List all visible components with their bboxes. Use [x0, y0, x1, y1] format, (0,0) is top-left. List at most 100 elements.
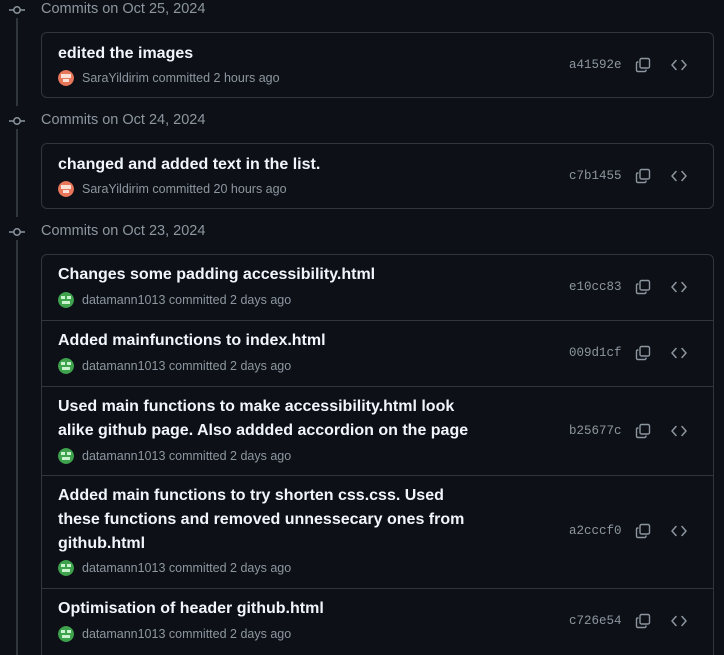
code-icon [671, 615, 687, 627]
commit-row: changed and added text in the list. Sara… [42, 144, 713, 208]
avatar[interactable] [58, 626, 74, 642]
commit-verb: committed [152, 182, 211, 196]
commit-sha-link[interactable]: b25677c [569, 424, 622, 438]
copy-sha-button[interactable] [631, 275, 655, 299]
copy-sha-button[interactable] [631, 609, 655, 633]
commit-meta: datamann1013 committed 2 days ago [58, 447, 291, 465]
commit-author-link[interactable]: datamann1013 [82, 561, 165, 575]
browse-repo-button[interactable] [667, 519, 691, 543]
commit-sha-link[interactable]: e10cc83 [569, 280, 622, 294]
commit-row: Changes some padding accessibility.html … [42, 255, 713, 320]
code-icon [671, 59, 687, 71]
commit-message-link[interactable]: Added main functions to try shorten css.… [58, 484, 488, 556]
commit-verb: committed [168, 359, 227, 373]
git-commit-icon [9, 6, 25, 14]
commit-sha-link[interactable]: a2cccf0 [569, 524, 622, 538]
copy-icon [635, 57, 651, 73]
commit-time: 2 days ago [230, 449, 292, 463]
commit-verb: committed [168, 561, 227, 575]
commit-sha-link[interactable]: c726e54 [569, 614, 622, 628]
timeline-line [16, 129, 18, 217]
commit-group: Commits on Oct 24, 2024 changed and adde… [0, 111, 724, 221]
commit-verb: committed [168, 293, 227, 307]
commit-message-link[interactable]: Optimisation of header github.html [58, 597, 488, 621]
commit-message-link[interactable]: Changes some padding accessibility.html [58, 263, 488, 287]
commit-row: Added mainfunctions to index.html datama… [42, 320, 713, 386]
commit-author-link[interactable]: datamann1013 [82, 293, 165, 307]
commit-author-link[interactable]: SaraYildirim [82, 71, 149, 85]
commit-verb: committed [168, 449, 227, 463]
code-icon [671, 170, 687, 182]
git-commit-icon [9, 228, 25, 236]
commit-time: 2 hours ago [213, 71, 280, 85]
browse-repo-button[interactable] [667, 341, 691, 365]
code-icon [671, 347, 687, 359]
commit-row: edited the images SaraYildirim committed… [42, 33, 713, 97]
commit-time: 2 days ago [230, 293, 292, 307]
commit-timeline: Commits on Oct 25, 2024 edited the image… [0, 0, 724, 655]
timeline-line [16, 240, 18, 655]
copy-sha-button[interactable] [631, 419, 655, 443]
commit-meta: SaraYildirim committed 2 hours ago [58, 69, 280, 87]
avatar[interactable] [58, 292, 74, 308]
commit-group-title: Commits on Oct 23, 2024 [41, 223, 206, 239]
avatar[interactable] [58, 448, 74, 464]
copy-sha-button[interactable] [631, 164, 655, 188]
commit-meta: datamann1013 committed 2 days ago [58, 291, 291, 309]
copy-icon [635, 613, 651, 629]
commit-group: Commits on Oct 23, 2024 Changes some pad… [0, 222, 724, 655]
commit-author-link[interactable]: datamann1013 [82, 627, 165, 641]
commit-message-link[interactable]: Used main functions to make accessibilit… [58, 395, 488, 443]
commit-row: Used main functions to make accessibilit… [42, 386, 713, 475]
commit-list: Changes some padding accessibility.html … [41, 254, 714, 655]
commit-meta: datamann1013 committed 2 days ago [58, 357, 291, 375]
timeline-line [16, 18, 18, 106]
copy-icon [635, 523, 651, 539]
commit-group-title: Commits on Oct 25, 2024 [41, 1, 206, 17]
browse-repo-button[interactable] [667, 53, 691, 77]
commit-verb: committed [152, 71, 211, 85]
browse-repo-button[interactable] [667, 275, 691, 299]
commit-row: Optimisation of header github.html datam… [42, 588, 713, 654]
commit-time: 2 days ago [230, 359, 292, 373]
git-commit-icon [9, 117, 25, 125]
copy-icon [635, 279, 651, 295]
copy-sha-button[interactable] [631, 53, 655, 77]
commit-row: Added main functions to try shorten css.… [42, 475, 713, 588]
commit-sha-link[interactable]: c7b1455 [569, 169, 622, 183]
copy-sha-button[interactable] [631, 519, 655, 543]
copy-icon [635, 345, 651, 361]
commit-group-title: Commits on Oct 24, 2024 [41, 112, 206, 128]
commit-author-link[interactable]: datamann1013 [82, 359, 165, 373]
avatar[interactable] [58, 181, 74, 197]
commit-meta: datamann1013 committed 2 days ago [58, 559, 291, 577]
commit-time: 2 days ago [230, 627, 292, 641]
copy-sha-button[interactable] [631, 341, 655, 365]
commit-time: 2 days ago [230, 561, 292, 575]
commit-time: 20 hours ago [213, 182, 287, 196]
commit-author-link[interactable]: datamann1013 [82, 449, 165, 463]
copy-icon [635, 423, 651, 439]
commit-verb: committed [168, 627, 227, 641]
code-icon [671, 525, 687, 537]
browse-repo-button[interactable] [667, 419, 691, 443]
commit-author-link[interactable]: SaraYildirim [82, 182, 149, 196]
commit-list: edited the images SaraYildirim committed… [41, 32, 714, 98]
commit-group: Commits on Oct 25, 2024 edited the image… [0, 0, 724, 110]
avatar[interactable] [58, 70, 74, 86]
code-icon [671, 281, 687, 293]
commit-message-link[interactable]: changed and added text in the list. [58, 153, 488, 177]
avatar[interactable] [58, 560, 74, 576]
avatar[interactable] [58, 358, 74, 374]
code-icon [671, 425, 687, 437]
copy-icon [635, 168, 651, 184]
browse-repo-button[interactable] [667, 609, 691, 633]
commit-list: changed and added text in the list. Sara… [41, 143, 714, 209]
commit-sha-link[interactable]: a41592e [569, 58, 622, 72]
commit-message-link[interactable]: Added mainfunctions to index.html [58, 329, 488, 353]
commit-message-link[interactable]: edited the images [58, 42, 488, 66]
commit-meta: datamann1013 committed 2 days ago [58, 625, 291, 643]
commit-meta: SaraYildirim committed 20 hours ago [58, 180, 287, 198]
commit-sha-link[interactable]: 009d1cf [569, 346, 622, 360]
browse-repo-button[interactable] [667, 164, 691, 188]
